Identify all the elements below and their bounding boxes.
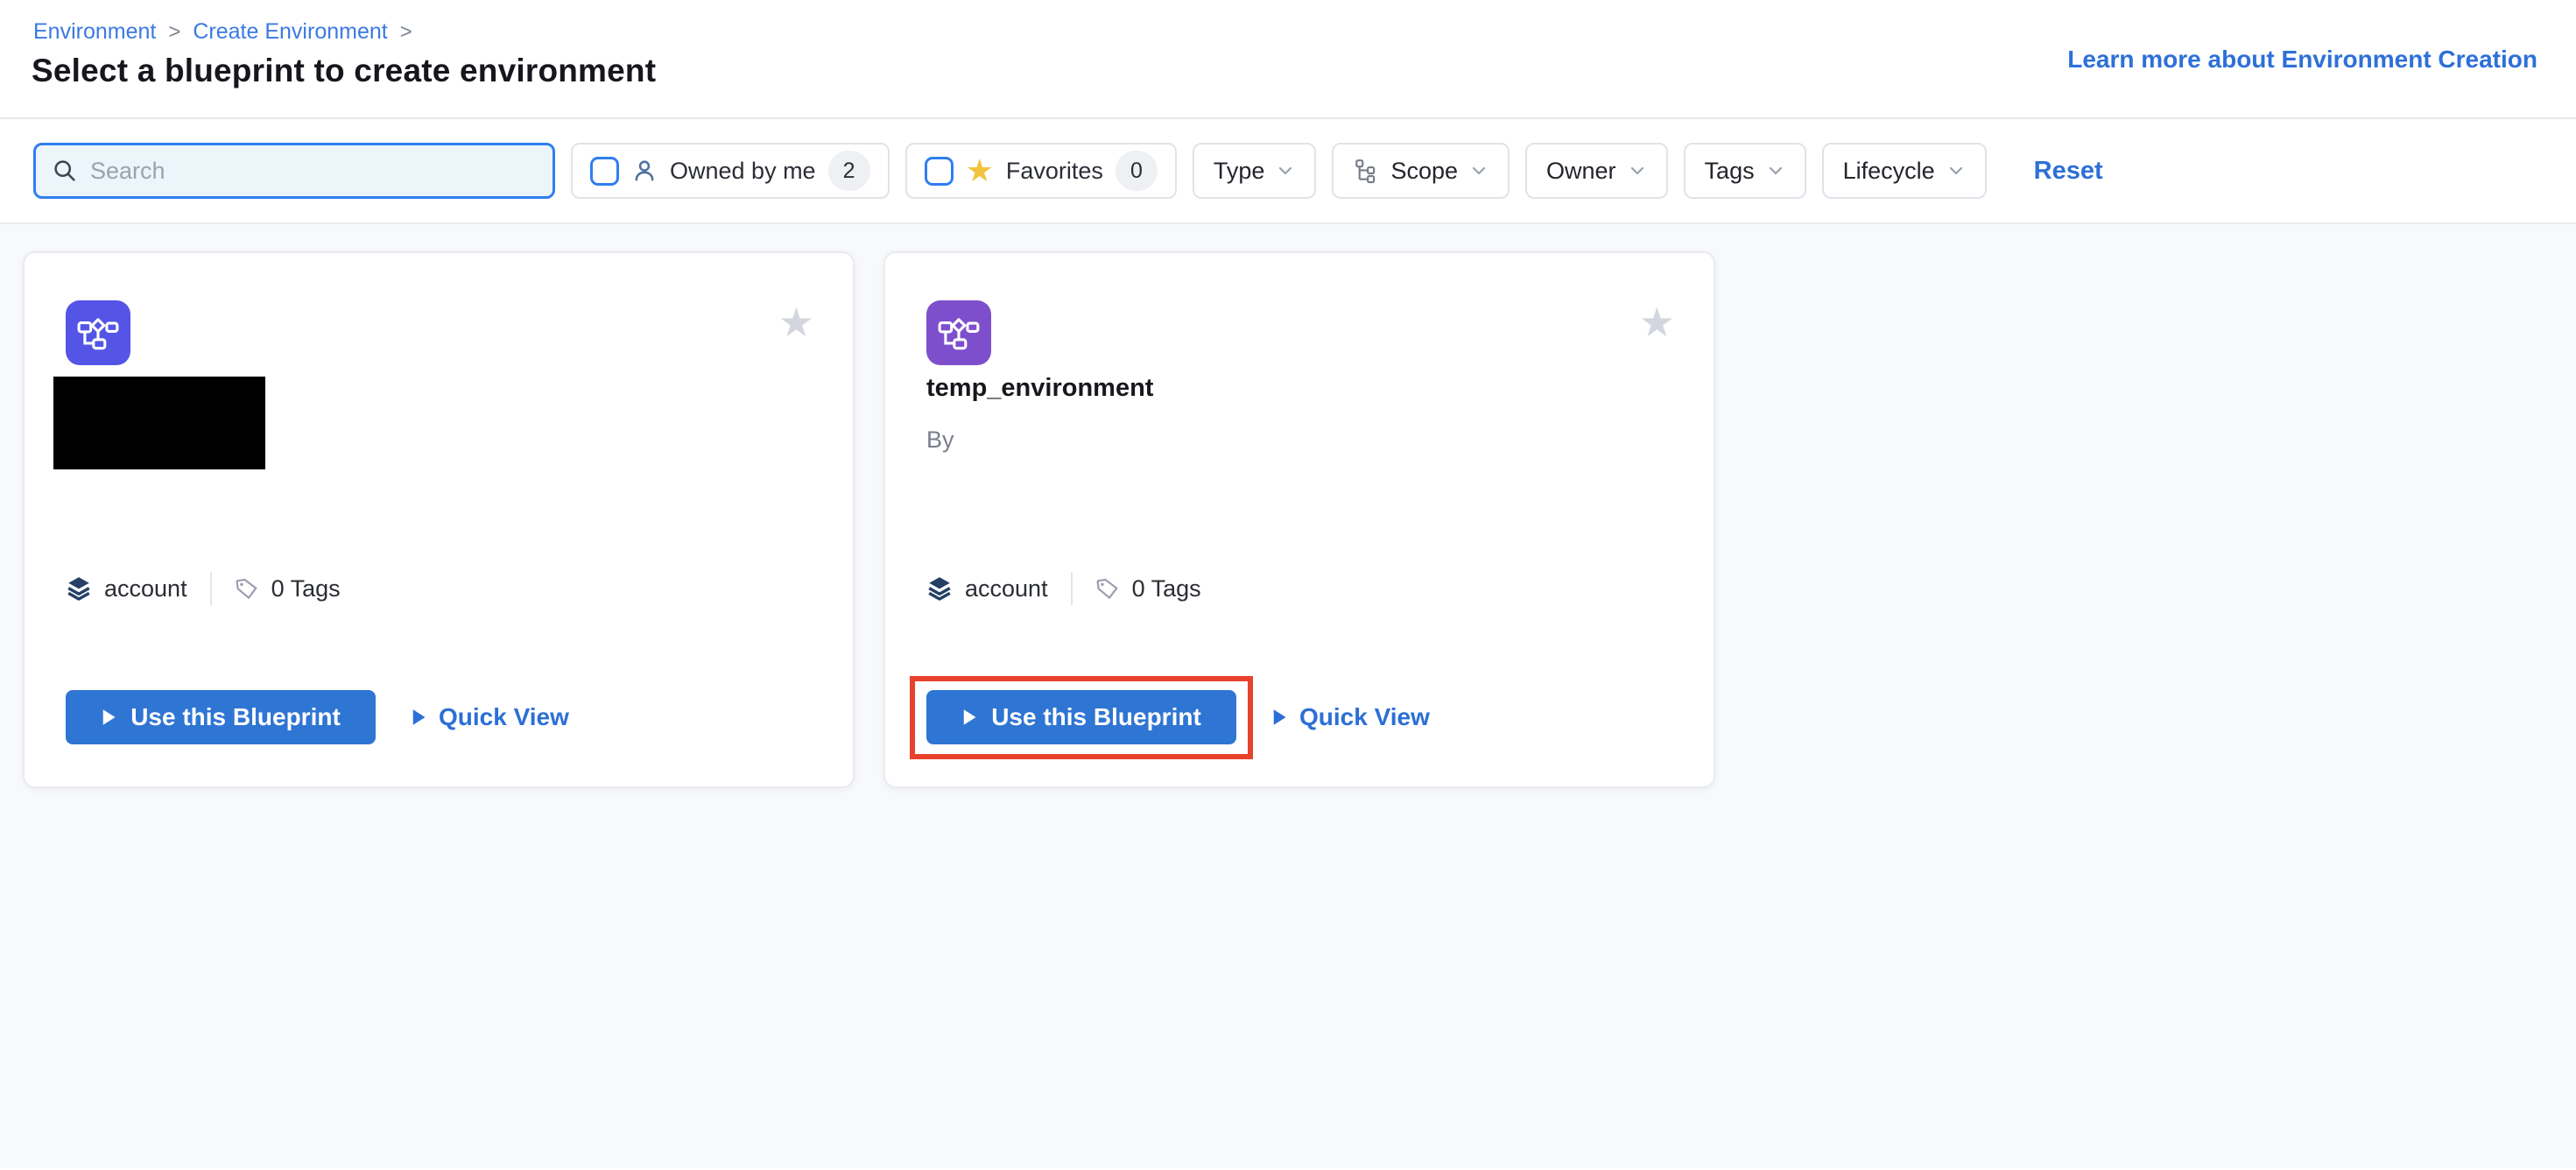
favorites-filter[interactable]: ★ Favorites 0 — [905, 143, 1177, 199]
search-box[interactable] — [33, 143, 555, 199]
filter-bar: Owned by me 2 ★ Favorites 0 Type Scope O… — [0, 119, 2576, 224]
quick-view-link[interactable]: Quick View — [411, 690, 569, 744]
person-icon — [631, 158, 658, 184]
chevron-down-icon — [1628, 161, 1647, 180]
tags-dropdown[interactable]: Tags — [1684, 143, 1806, 199]
use-this-blueprint-button[interactable]: Use this Blueprint — [66, 690, 376, 744]
tag-icon — [1094, 574, 1122, 603]
hierarchy-icon — [1353, 158, 1379, 184]
space-label: account — [104, 575, 187, 603]
use-this-blueprint-label: Use this Blueprint — [991, 703, 1201, 731]
search-input[interactable] — [90, 158, 537, 185]
tags-count-label: 0 Tags — [1132, 575, 1201, 603]
search-icon — [52, 158, 78, 184]
chevron-down-icon — [1766, 161, 1785, 180]
flowchart-icon — [937, 313, 981, 353]
account-layers-icon — [926, 575, 953, 602]
blueprint-card: ★ account 0 Tags Use this Blueprint — [23, 251, 855, 788]
quick-view-link[interactable]: Quick View — [1271, 690, 1430, 744]
play-icon — [101, 708, 116, 726]
favorites-star-icon: ★ — [966, 155, 994, 187]
breadcrumb-environment[interactable]: Environment — [33, 19, 156, 45]
chevron-down-icon — [1946, 161, 1966, 180]
breadcrumb: Environment > Create Environment > — [33, 19, 412, 45]
blueprint-grid: ★ account 0 Tags Use this Blueprint — [0, 224, 2576, 1168]
chevron-down-icon — [1276, 161, 1295, 180]
tags-dropdown-label: Tags — [1705, 158, 1755, 185]
page-header: Environment > Create Environment > Selec… — [0, 0, 2576, 119]
quick-view-label: Quick View — [439, 703, 569, 731]
account-layers-icon — [66, 575, 92, 602]
owned-by-me-count: 2 — [828, 151, 870, 191]
blueprint-author: By — [926, 426, 954, 454]
blueprint-icon — [66, 300, 130, 365]
blueprint-meta-row: account 0 Tags — [66, 570, 341, 607]
tag-icon — [233, 574, 261, 603]
page-title: Select a blueprint to create environment — [32, 53, 656, 89]
favorites-count: 0 — [1116, 151, 1158, 191]
scope-dropdown-label: Scope — [1390, 158, 1458, 185]
blueprint-name: temp_environment — [926, 374, 1153, 403]
favorites-checkbox[interactable] — [925, 157, 954, 186]
play-icon — [1271, 708, 1287, 726]
learn-more-link[interactable]: Learn more about Environment Creation — [2067, 46, 2537, 74]
owner-dropdown-label: Owner — [1546, 158, 1616, 185]
breadcrumb-create-environment[interactable]: Create Environment — [193, 19, 387, 45]
type-dropdown[interactable]: Type — [1193, 143, 1317, 199]
favorites-label: Favorites — [1006, 158, 1103, 185]
tags-count-label: 0 Tags — [271, 575, 341, 603]
lifecycle-dropdown-label: Lifecycle — [1843, 158, 1935, 185]
breadcrumb-separator: > — [400, 20, 412, 45]
redacted-blueprint-name — [53, 377, 265, 469]
lifecycle-dropdown[interactable]: Lifecycle — [1822, 143, 1987, 199]
use-this-blueprint-label: Use this Blueprint — [130, 703, 341, 731]
owned-by-me-filter[interactable]: Owned by me 2 — [571, 143, 890, 199]
blueprint-card: ★ temp_environment By account 0 Tags Use… — [883, 251, 1715, 788]
blueprint-meta-row: account 0 Tags — [926, 570, 1201, 607]
reset-filters-button[interactable]: Reset — [2034, 157, 2103, 186]
quick-view-label: Quick View — [1299, 703, 1430, 731]
play-icon — [961, 708, 977, 726]
use-this-blueprint-button[interactable]: Use this Blueprint — [926, 690, 1236, 744]
favorite-star-toggle[interactable]: ★ — [1639, 302, 1675, 342]
owned-by-me-label: Owned by me — [670, 158, 816, 185]
breadcrumb-separator: > — [168, 20, 180, 45]
owned-by-me-checkbox[interactable] — [590, 157, 619, 186]
play-icon — [411, 708, 426, 726]
owner-dropdown[interactable]: Owner — [1525, 143, 1668, 199]
scope-dropdown[interactable]: Scope — [1332, 143, 1510, 199]
meta-divider — [1071, 572, 1073, 605]
favorite-star-toggle[interactable]: ★ — [778, 302, 814, 342]
chevron-down-icon — [1469, 161, 1489, 180]
space-label: account — [965, 575, 1048, 603]
meta-divider — [210, 572, 212, 605]
flowchart-icon — [76, 313, 120, 353]
type-dropdown-label: Type — [1214, 158, 1265, 185]
blueprint-icon — [926, 300, 991, 365]
